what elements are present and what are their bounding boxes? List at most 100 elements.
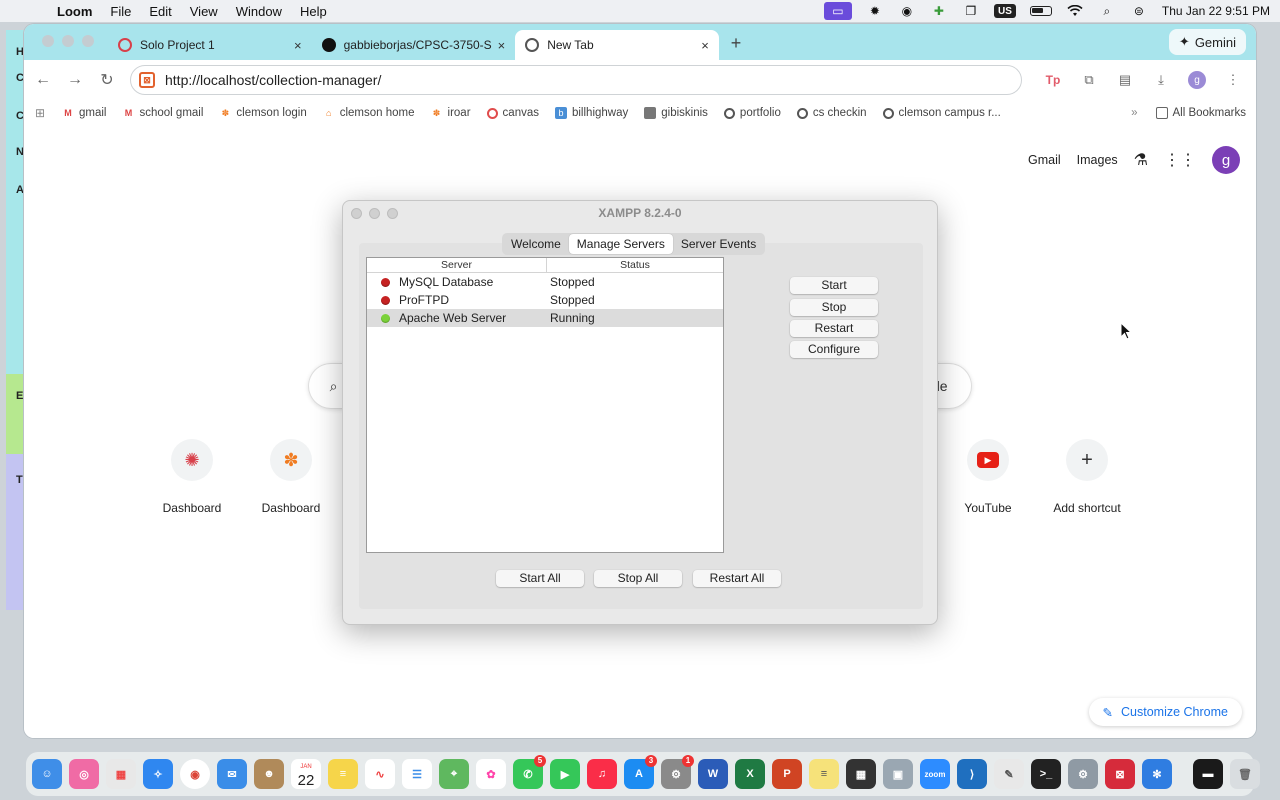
images-link[interactable]: Images [1077,153,1118,167]
start-button[interactable]: Start [790,277,878,294]
restart-button[interactable]: Restart [790,320,878,337]
snowflake-app-icon[interactable]: ✻ [1142,759,1172,789]
menu-help[interactable]: Help [291,4,336,19]
system-settings-icon[interactable]: ⚙ 1 [661,755,694,789]
new-tab-button[interactable]: + [731,33,742,60]
extension-tp-icon[interactable]: Tp [1044,71,1062,89]
trash-icon[interactable]: 🗑 [1230,759,1260,789]
freeform-icon[interactable]: ∿ [365,759,395,789]
stop-all-button[interactable]: Stop All [594,570,682,587]
shortcut-add[interactable]: + Add shortcut [1037,439,1137,515]
google-apps-icon[interactable]: ⋮⋮ [1164,150,1196,170]
wifi-icon[interactable] [1066,4,1084,18]
menu-window[interactable]: Window [227,4,291,19]
close-tab-icon[interactable]: × [294,38,302,53]
profile-avatar-small[interactable]: g [1188,71,1206,89]
window-icon[interactable]: ❐ [962,4,980,18]
messages-icon[interactable]: ✆ 5 [513,755,546,789]
calculator-icon[interactable]: ▦ [846,759,876,789]
column-header-status[interactable]: Status [547,258,723,272]
url-text[interactable]: http://localhost/collection-manager/ [165,72,381,88]
close-tab-icon[interactable]: × [701,38,709,53]
music-icon[interactable]: ♫ [587,759,617,789]
search-icon[interactable]: ⌕ [1098,4,1116,18]
battery-icon[interactable] [1029,6,1052,16]
table-row[interactable]: ProFTPD Stopped [367,291,723,309]
kebab-menu-icon[interactable]: ⋮ [1224,71,1242,89]
calendar-icon[interactable]: JAN 22 [291,759,321,789]
preview-icon[interactable]: ▣ [883,759,913,789]
tab-server-events[interactable]: Server Events [673,234,764,254]
close-window-button[interactable] [42,35,54,47]
bookmark-billhighway[interactable]: b billhighway [554,107,628,119]
bookmark-clemson-campus[interactable]: clemson campus r... [882,107,1001,119]
tab-welcome[interactable]: Welcome [503,234,569,254]
puzzle-icon[interactable]: ✚ [930,4,948,18]
siri-icon[interactable]: ◎ [69,759,99,789]
download-icon[interactable]: ⤓ [1152,71,1170,89]
menu-edit[interactable]: Edit [140,4,180,19]
photos-icon[interactable]: ✿ [476,759,506,789]
forward-arrow-icon[interactable]: → [66,71,84,89]
address-bar[interactable]: ⊠ http://localhost/collection-manager/ [130,65,1022,95]
colorwheel-icon[interactable]: ◉ [898,4,916,18]
launchpad-icon[interactable]: ▦ [106,759,136,789]
column-header-server[interactable]: Server [367,258,547,272]
excel-icon[interactable]: X [735,759,765,789]
control-center-icon[interactable]: ⊜ [1130,4,1148,18]
tab-manage-servers[interactable]: Manage Servers [568,234,673,254]
bookmark-clemson-login[interactable]: ✽ clemson login [219,107,307,119]
xampp-dock-icon[interactable]: ⊠ [1105,759,1135,789]
extensions-puzzle-icon[interactable]: ⧉ [1080,71,1098,89]
gmail-link[interactable]: Gmail [1028,153,1061,167]
contacts-icon[interactable]: ☻ [254,759,284,789]
appstore-icon[interactable]: A3 [624,755,657,789]
loom-recording-icon[interactable]: ▭ [823,2,852,20]
menu-app-name[interactable]: Loom [48,4,101,19]
vscode-icon[interactable]: ⟩ [957,759,987,789]
apps-grid-icon[interactable]: ⊞ [34,106,46,120]
menu-clock[interactable]: Thu Jan 22 9:51 PM [1162,4,1270,18]
safari-icon[interactable]: ✧ [143,759,173,789]
bookmark-canvas[interactable]: canvas [486,107,539,119]
menu-file[interactable]: File [101,4,140,19]
terminal-icon[interactable]: >_ [1031,759,1061,789]
bookmark-cs-checkin[interactable]: cs checkin [796,107,867,119]
input-source-icon[interactable]: US [993,4,1016,18]
powerpoint-icon[interactable]: P [772,759,802,789]
tab-github[interactable]: gabbieborjas/CPSC-3750-So × [312,30,516,60]
shortcut-dashboard-1[interactable]: ✺ Dashboard [142,439,242,515]
shortcut-youtube[interactable]: ▶ YouTube [938,439,1038,515]
maps-icon[interactable]: ⌖ [439,759,469,789]
zoom-icon[interactable]: zoom [920,759,950,789]
minimize-window-button[interactable] [62,35,74,47]
customize-chrome-button[interactable]: ✎ Customize Chrome [1088,698,1242,726]
chevron-right-icon[interactable]: » [1131,107,1137,119]
configure-button[interactable]: Configure [790,341,878,358]
table-row[interactable]: MySQL Database Stopped [367,273,723,291]
tab-solo-project[interactable]: Solo Project 1 × [108,30,312,60]
xampp-manager-icon[interactable]: ⚙ [1068,759,1098,789]
shortcut-dashboard-2[interactable]: ✽ Dashboard [241,439,341,515]
restart-all-button[interactable]: Restart All [693,570,781,587]
gear-icon[interactable]: ✹ [866,4,884,18]
bookmark-gmail[interactable]: Mgmail [62,107,106,119]
finder-icon[interactable]: ☺ [32,759,62,789]
bookmark-school-gmail[interactable]: Mschool gmail [122,107,204,119]
profile-avatar[interactable]: g [1212,146,1240,174]
bookmark-gibiskinis[interactable]: gibiskinis [644,107,708,119]
labs-flask-icon[interactable]: ⚗ [1134,150,1148,170]
notes-icon[interactable]: ≡ [328,759,358,789]
bookmark-clemson-home[interactable]: ⌂ clemson home [323,107,415,119]
word-icon[interactable]: W [698,759,728,789]
zoom-window-button[interactable] [82,35,94,47]
all-bookmarks-button[interactable]: All Bookmarks [1155,107,1246,119]
mail-icon[interactable]: ✉ [217,759,247,789]
chrome-icon[interactable]: ◉ [180,759,210,789]
bookmark-iroar[interactable]: ✽ iroar [431,107,471,119]
screen-recording-icon[interactable]: ▬ [1193,759,1223,789]
start-all-button[interactable]: Start All [496,570,584,587]
bookmark-portfolio[interactable]: portfolio [723,107,781,119]
gemini-button[interactable]: ✦ Gemini [1168,29,1246,55]
reload-icon[interactable]: ↻ [98,70,116,90]
